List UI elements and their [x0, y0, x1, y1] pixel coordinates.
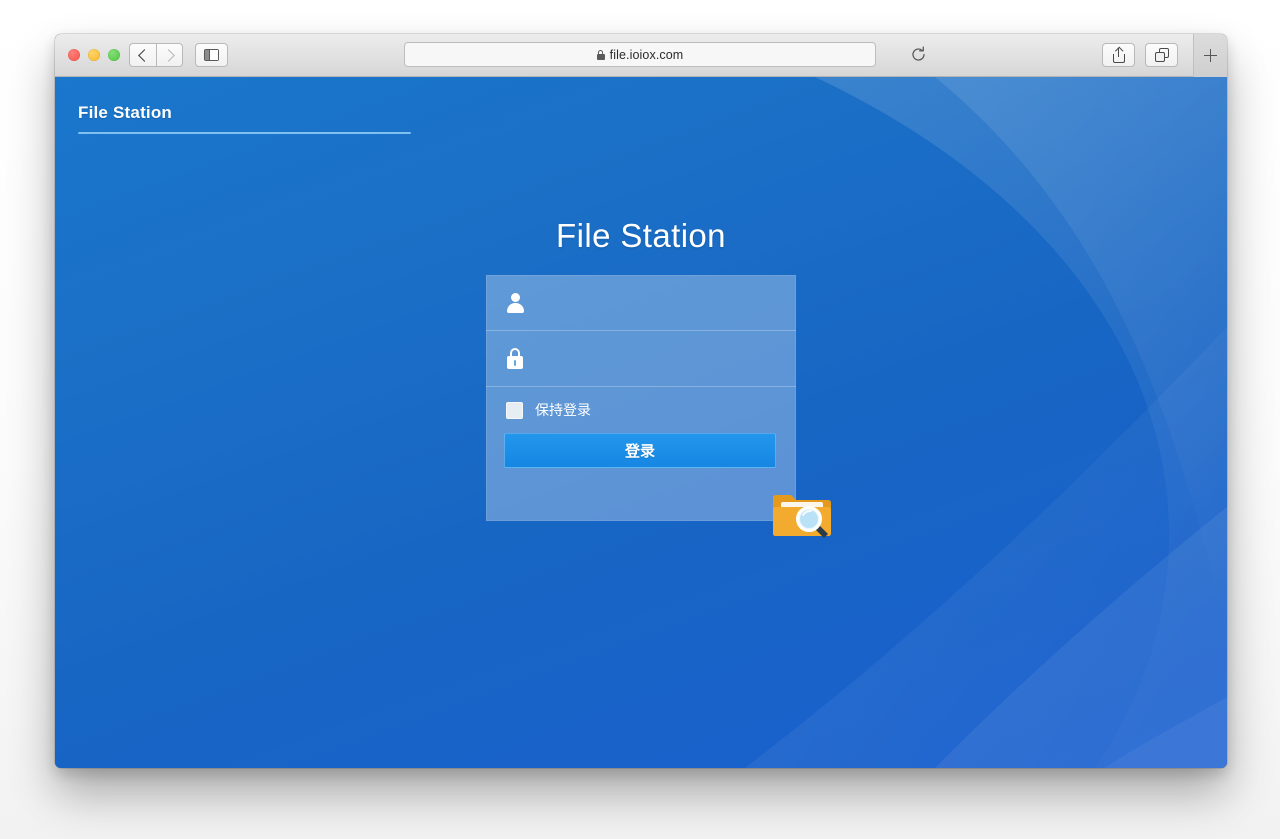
reload-button[interactable] — [910, 46, 927, 63]
page-title: File Station — [78, 103, 173, 122]
share-icon — [1112, 46, 1125, 63]
password-field-row — [486, 331, 796, 387]
remember-me-label: 保持登录 — [535, 402, 591, 418]
back-button[interactable] — [129, 43, 156, 67]
folder-search-icon — [773, 495, 831, 538]
submit-wrapper: 登录 — [486, 433, 796, 468]
navigation-buttons — [129, 43, 228, 67]
window-controls — [68, 49, 120, 61]
screenshot-root: file.ioiox.com File Station File Station… — [0, 0, 1280, 839]
show-tabs-button[interactable] — [1145, 43, 1178, 67]
header-underline — [78, 132, 411, 134]
password-input[interactable] — [532, 331, 784, 386]
sidebar-toggle-button[interactable] — [195, 43, 228, 67]
remember-me-row[interactable]: 保持登录 — [486, 387, 796, 433]
close-window-button[interactable] — [68, 49, 80, 61]
lock-icon — [506, 348, 524, 369]
address-bar[interactable]: file.ioiox.com — [404, 42, 876, 67]
plus-icon — [1204, 49, 1217, 62]
maximize-window-button[interactable] — [108, 49, 120, 61]
address-bar-content: file.ioiox.com — [596, 47, 684, 62]
login-panel: 保持登录 登录 — [486, 275, 831, 538]
username-input[interactable] — [532, 275, 784, 330]
app-header: File Station — [78, 103, 411, 134]
lock-icon — [596, 49, 605, 60]
chevron-right-icon — [162, 48, 175, 62]
remember-me-checkbox[interactable] — [506, 401, 523, 419]
chevron-left-icon — [137, 48, 151, 62]
share-button[interactable] — [1102, 43, 1135, 67]
browser-toolbar: file.ioiox.com — [55, 34, 1227, 77]
sidebar-toggle-icon — [204, 49, 219, 61]
login-area: File Station 保持登录 登录 — [55, 217, 1227, 538]
browser-window: file.ioiox.com File Station File Station… — [55, 34, 1227, 768]
login-button[interactable]: 登录 — [504, 433, 776, 468]
forward-button[interactable] — [156, 43, 183, 67]
reload-icon — [912, 46, 925, 61]
tabs-icon — [1154, 48, 1169, 62]
page-viewport: File Station File Station 保持登录 登录 — [55, 77, 1227, 768]
new-tab-button[interactable] — [1193, 34, 1227, 77]
address-bar-url: file.ioiox.com — [609, 47, 684, 62]
user-icon — [506, 292, 525, 313]
toolbar-actions — [1102, 43, 1178, 67]
panel-footer — [486, 468, 796, 521]
minimize-window-button[interactable] — [88, 49, 100, 61]
username-field-row — [486, 275, 796, 331]
login-heading: File Station — [556, 217, 726, 254]
